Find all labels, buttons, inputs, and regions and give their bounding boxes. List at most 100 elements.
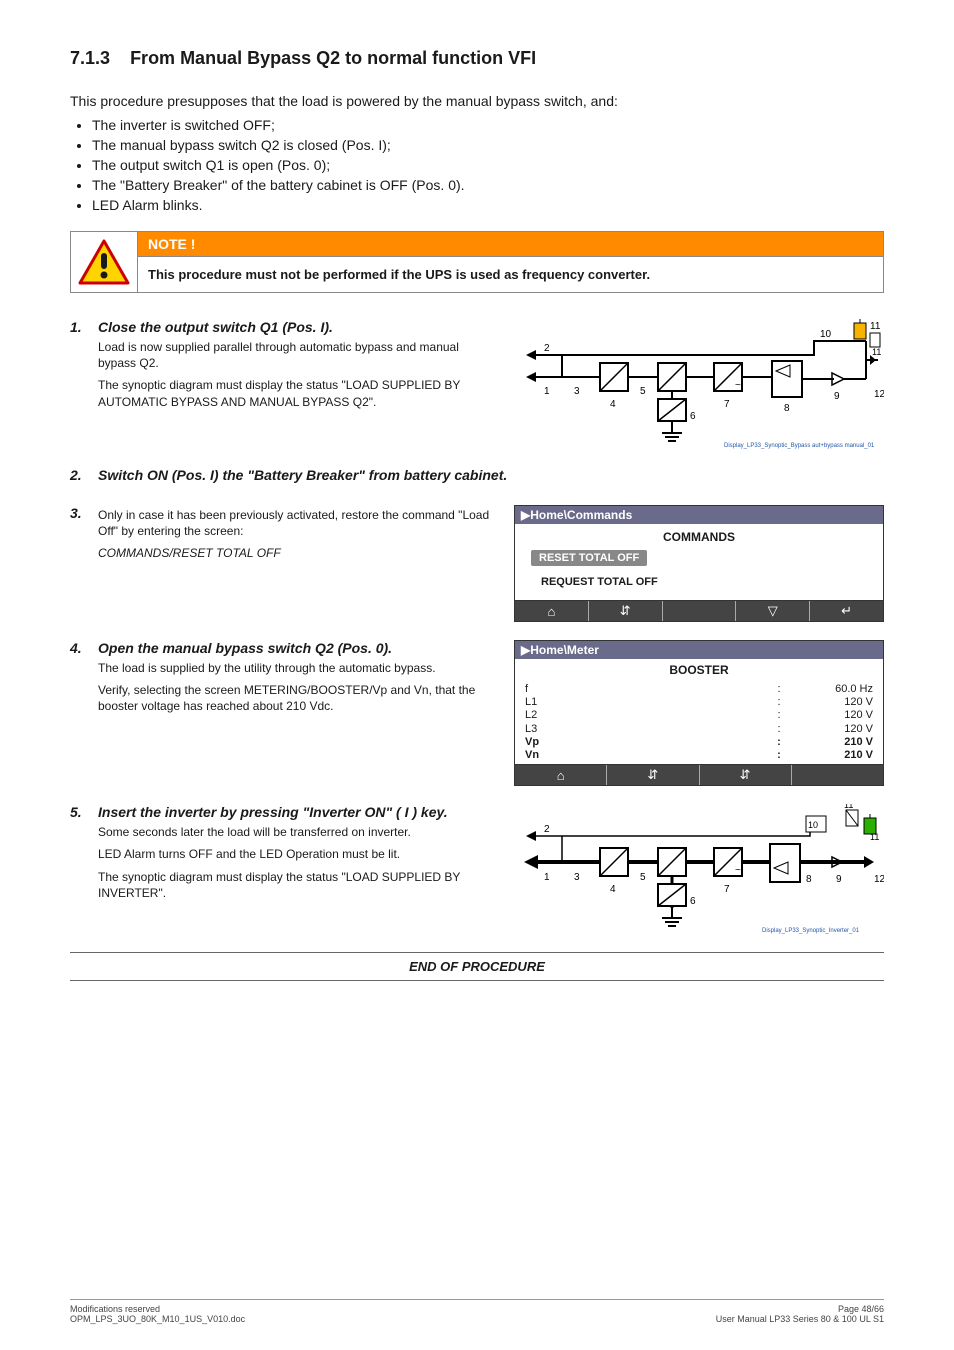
svg-text:Display_LP33_Synoptic_Inverter: Display_LP33_Synoptic_Inverter_01 bbox=[762, 928, 860, 934]
step-title: Open the manual bypass switch Q2 (Pos. 0… bbox=[98, 640, 392, 656]
list-item: The "Battery Breaker" of the battery cab… bbox=[92, 177, 884, 193]
step-number: 5. bbox=[70, 804, 98, 820]
nav-spacer bbox=[663, 601, 737, 621]
step-1: 1. Close the output switch Q1 (Pos. I). … bbox=[70, 319, 884, 449]
page-footer: Modifications reserved OPM_LPS_3UO_80K_M… bbox=[70, 1299, 884, 1324]
svg-text:2: 2 bbox=[544, 343, 550, 354]
meter-table: f:60.0 HzL1:120 VL2:120 VL3:120 VVp:210 … bbox=[521, 683, 877, 762]
footer-right-1: Page 48/66 bbox=[716, 1304, 884, 1314]
svg-text:5: 5 bbox=[640, 386, 646, 397]
home-icon[interactable]: ⌂ bbox=[515, 765, 607, 785]
step-4: 4. Open the manual bypass switch Q2 (Pos… bbox=[70, 640, 884, 786]
step-3: 3. Only in case it has been previously a… bbox=[70, 505, 884, 622]
lcd-meter-panel: ▶Home\Meter BOOSTER f:60.0 HzL1:120 VL2:… bbox=[514, 640, 884, 786]
list-item: The manual bypass switch Q2 is closed (P… bbox=[92, 137, 884, 153]
step-2: 2. Switch ON (Pos. I) the "Battery Break… bbox=[70, 467, 884, 487]
svg-text:~: ~ bbox=[735, 380, 741, 391]
step-number: 3. bbox=[70, 505, 98, 521]
note-box: NOTE ! This procedure must not be perfor… bbox=[70, 231, 884, 293]
home-icon[interactable]: ⌂ bbox=[515, 601, 589, 621]
svg-text:11: 11 bbox=[870, 832, 879, 842]
svg-text:4: 4 bbox=[610, 884, 616, 895]
scroll-icon[interactable]: ⇵ bbox=[700, 765, 792, 785]
scroll-icon[interactable]: ⇵ bbox=[607, 765, 699, 785]
request-total-off-label: REQUEST TOTAL OFF bbox=[541, 576, 877, 588]
list-item: The inverter is switched OFF; bbox=[92, 117, 884, 133]
list-item: The output switch Q1 is open (Pos. 0); bbox=[92, 157, 884, 173]
svg-text:11: 11 bbox=[870, 321, 881, 332]
lcd-nav-bar: ⌂ ⇵ ▽ ↵ bbox=[515, 600, 883, 621]
svg-text:9: 9 bbox=[834, 391, 840, 402]
svg-text:4: 4 bbox=[610, 399, 616, 410]
svg-text:5: 5 bbox=[640, 872, 646, 883]
section-number: 7.1.3 bbox=[70, 48, 110, 68]
section-heading: 7.1.3 From Manual Bypass Q2 to normal fu… bbox=[70, 48, 884, 69]
reset-total-off-button[interactable]: RESET TOTAL OFF bbox=[531, 550, 647, 566]
list-item: LED Alarm blinks. bbox=[92, 197, 884, 213]
step-number: 4. bbox=[70, 640, 98, 656]
lcd-heading: BOOSTER bbox=[521, 663, 877, 677]
step-text: Some seconds later the load will be tran… bbox=[98, 824, 500, 840]
svg-text:11: 11 bbox=[844, 804, 853, 810]
section-title: From Manual Bypass Q2 to normal function… bbox=[130, 48, 536, 68]
lcd-commands-panel: ▶Home\Commands COMMANDS RESET TOTAL OFF … bbox=[514, 505, 884, 622]
step-text: LED Alarm turns OFF and the LED Operatio… bbox=[98, 846, 500, 862]
step-number: 1. bbox=[70, 319, 98, 335]
step-text: The synoptic diagram must display the st… bbox=[98, 869, 500, 901]
svg-text:Display_LP33_Synoptic_Bypass a: Display_LP33_Synoptic_Bypass aut+bypass … bbox=[724, 443, 875, 449]
precondition-list: The inverter is switched OFF; The manual… bbox=[70, 117, 884, 213]
step-text: Only in case it has been previously acti… bbox=[98, 507, 500, 539]
table-row: L1:120 V bbox=[521, 696, 877, 709]
svg-text:11: 11 bbox=[872, 347, 881, 357]
lcd-heading: COMMANDS bbox=[521, 530, 877, 544]
svg-text:10: 10 bbox=[820, 329, 832, 340]
svg-text:12: 12 bbox=[874, 874, 884, 885]
svg-text:3: 3 bbox=[574, 872, 580, 883]
step-number: 2. bbox=[70, 467, 98, 483]
table-row: L2:120 V bbox=[521, 709, 877, 722]
svg-text:1: 1 bbox=[544, 386, 550, 397]
step-title: Switch ON (Pos. I) the "Battery Breaker"… bbox=[98, 467, 507, 483]
synoptic-diagram-bypass: ~ 2 bbox=[514, 319, 884, 449]
svg-text:8: 8 bbox=[784, 403, 790, 414]
svg-text:8: 8 bbox=[806, 874, 812, 885]
footer-left-2: OPM_LPS_3UO_80K_M10_1US_V010.doc bbox=[70, 1314, 245, 1324]
table-row: L3:120 V bbox=[521, 723, 877, 736]
end-of-procedure: END OF PROCEDURE bbox=[70, 952, 884, 981]
lcd-nav-bar: ⌂ ⇵ ⇵ bbox=[515, 764, 883, 785]
step-text: The synoptic diagram must display the st… bbox=[98, 377, 500, 409]
step-title: Insert the inverter by pressing "Inverte… bbox=[98, 804, 448, 820]
svg-text:7: 7 bbox=[724, 399, 730, 410]
lcd-breadcrumb: ▶Home\Meter bbox=[515, 641, 883, 659]
intro-text: This procedure presupposes that the load… bbox=[70, 93, 884, 109]
step-title: Close the output switch Q1 (Pos. I). bbox=[98, 319, 333, 335]
step-5: 5. Insert the inverter by pressing "Inve… bbox=[70, 804, 884, 934]
svg-text:~: ~ bbox=[735, 865, 741, 876]
table-row: Vn:210 V bbox=[521, 749, 877, 762]
lcd-breadcrumb: ▶Home\Commands bbox=[515, 506, 883, 524]
svg-text:2: 2 bbox=[544, 824, 550, 835]
step-text: COMMANDS/RESET TOTAL OFF bbox=[98, 545, 500, 561]
scroll-icon[interactable]: ⇵ bbox=[589, 601, 663, 621]
svg-text:12: 12 bbox=[874, 389, 884, 400]
table-row: f:60.0 Hz bbox=[521, 683, 877, 696]
synoptic-diagram-inverter: ~ 10 bbox=[514, 804, 884, 934]
nav-spacer bbox=[792, 765, 883, 785]
note-body: This procedure must not be performed if … bbox=[138, 257, 883, 292]
step-text: Verify, selecting the screen METERING/BO… bbox=[98, 682, 500, 714]
down-icon[interactable]: ▽ bbox=[736, 601, 810, 621]
svg-text:6: 6 bbox=[690, 411, 696, 422]
svg-text:6: 6 bbox=[690, 896, 696, 907]
warning-icon bbox=[71, 232, 138, 292]
svg-text:7: 7 bbox=[724, 884, 730, 895]
footer-right-2: User Manual LP33 Series 80 & 100 UL S1 bbox=[716, 1314, 884, 1324]
svg-text:3: 3 bbox=[574, 386, 580, 397]
enter-icon[interactable]: ↵ bbox=[810, 601, 883, 621]
table-row: Vp:210 V bbox=[521, 736, 877, 749]
step-text: Load is now supplied parallel through au… bbox=[98, 339, 500, 371]
note-label: NOTE ! bbox=[138, 232, 883, 257]
svg-text:9: 9 bbox=[836, 874, 842, 885]
svg-text:10: 10 bbox=[808, 820, 818, 830]
footer-left-1: Modifications reserved bbox=[70, 1304, 245, 1314]
svg-text:1: 1 bbox=[544, 872, 550, 883]
